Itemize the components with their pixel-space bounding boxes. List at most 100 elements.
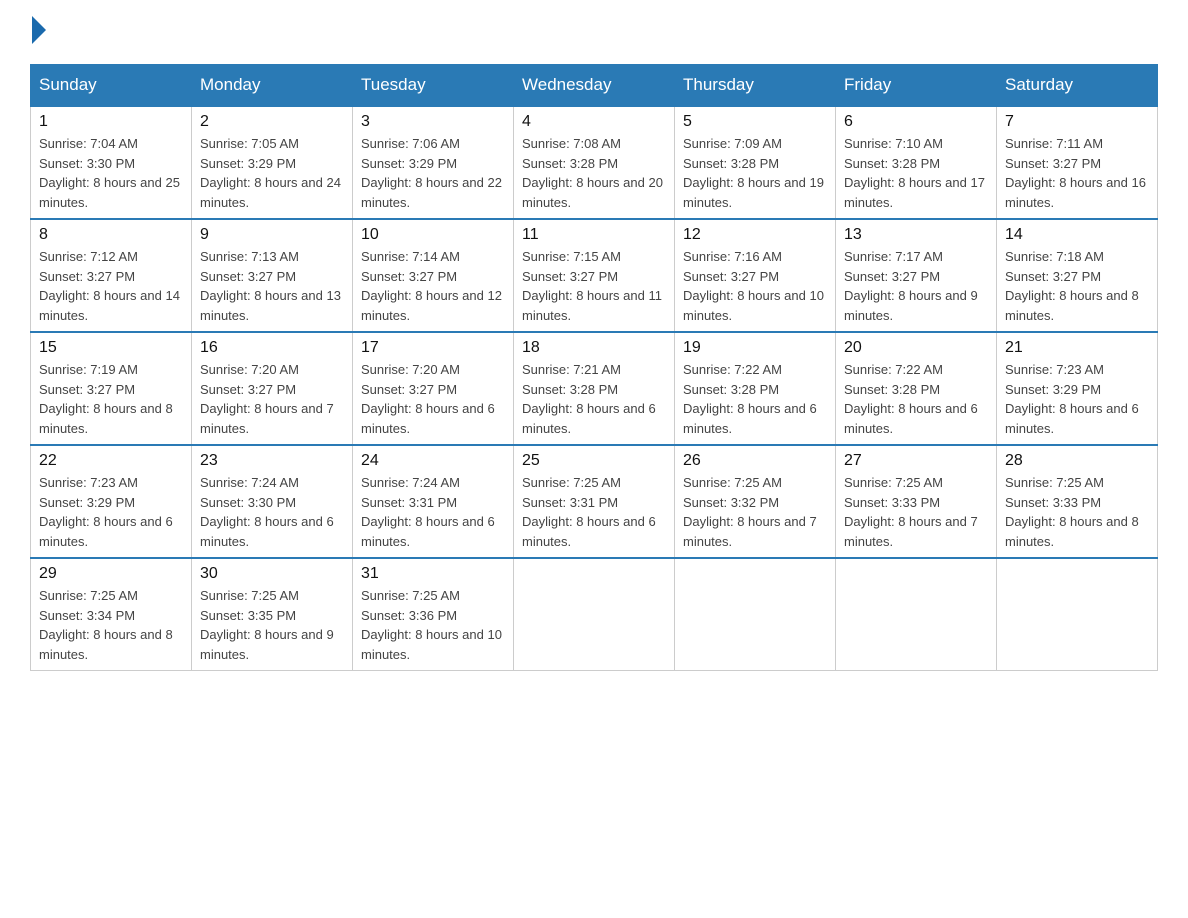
day-number: 29 bbox=[39, 565, 183, 583]
day-number: 17 bbox=[361, 339, 505, 357]
day-number: 8 bbox=[39, 226, 183, 244]
calendar-week-5: 29 Sunrise: 7:25 AMSunset: 3:34 PMDaylig… bbox=[31, 558, 1158, 671]
day-info: Sunrise: 7:21 AMSunset: 3:28 PMDaylight:… bbox=[522, 362, 656, 436]
day-number: 19 bbox=[683, 339, 827, 357]
calendar-cell: 11 Sunrise: 7:15 AMSunset: 3:27 PMDaylig… bbox=[514, 219, 675, 332]
day-number: 5 bbox=[683, 113, 827, 131]
day-info: Sunrise: 7:12 AMSunset: 3:27 PMDaylight:… bbox=[39, 249, 180, 323]
calendar-cell: 25 Sunrise: 7:25 AMSunset: 3:31 PMDaylig… bbox=[514, 445, 675, 558]
day-info: Sunrise: 7:14 AMSunset: 3:27 PMDaylight:… bbox=[361, 249, 502, 323]
day-info: Sunrise: 7:18 AMSunset: 3:27 PMDaylight:… bbox=[1005, 249, 1139, 323]
day-info: Sunrise: 7:24 AMSunset: 3:31 PMDaylight:… bbox=[361, 475, 495, 549]
calendar-table: SundayMondayTuesdayWednesdayThursdayFrid… bbox=[30, 64, 1158, 671]
day-info: Sunrise: 7:06 AMSunset: 3:29 PMDaylight:… bbox=[361, 136, 502, 210]
calendar-cell: 3 Sunrise: 7:06 AMSunset: 3:29 PMDayligh… bbox=[353, 106, 514, 219]
day-info: Sunrise: 7:25 AMSunset: 3:32 PMDaylight:… bbox=[683, 475, 817, 549]
calendar-cell: 1 Sunrise: 7:04 AMSunset: 3:30 PMDayligh… bbox=[31, 106, 192, 219]
day-info: Sunrise: 7:19 AMSunset: 3:27 PMDaylight:… bbox=[39, 362, 173, 436]
calendar-cell: 30 Sunrise: 7:25 AMSunset: 3:35 PMDaylig… bbox=[192, 558, 353, 671]
calendar-cell: 23 Sunrise: 7:24 AMSunset: 3:30 PMDaylig… bbox=[192, 445, 353, 558]
calendar-cell: 14 Sunrise: 7:18 AMSunset: 3:27 PMDaylig… bbox=[997, 219, 1158, 332]
calendar-cell: 4 Sunrise: 7:08 AMSunset: 3:28 PMDayligh… bbox=[514, 106, 675, 219]
day-number: 11 bbox=[522, 226, 666, 244]
logo-arrow-icon bbox=[32, 16, 46, 44]
day-info: Sunrise: 7:24 AMSunset: 3:30 PMDaylight:… bbox=[200, 475, 334, 549]
calendar-header-sunday: Sunday bbox=[31, 65, 192, 107]
calendar-header-wednesday: Wednesday bbox=[514, 65, 675, 107]
calendar-cell: 7 Sunrise: 7:11 AMSunset: 3:27 PMDayligh… bbox=[997, 106, 1158, 219]
day-number: 12 bbox=[683, 226, 827, 244]
day-number: 25 bbox=[522, 452, 666, 470]
day-info: Sunrise: 7:22 AMSunset: 3:28 PMDaylight:… bbox=[683, 362, 817, 436]
day-number: 23 bbox=[200, 452, 344, 470]
calendar-week-4: 22 Sunrise: 7:23 AMSunset: 3:29 PMDaylig… bbox=[31, 445, 1158, 558]
calendar-cell: 27 Sunrise: 7:25 AMSunset: 3:33 PMDaylig… bbox=[836, 445, 997, 558]
calendar-header-row: SundayMondayTuesdayWednesdayThursdayFrid… bbox=[31, 65, 1158, 107]
day-info: Sunrise: 7:13 AMSunset: 3:27 PMDaylight:… bbox=[200, 249, 341, 323]
day-number: 30 bbox=[200, 565, 344, 583]
day-info: Sunrise: 7:04 AMSunset: 3:30 PMDaylight:… bbox=[39, 136, 180, 210]
calendar-cell: 16 Sunrise: 7:20 AMSunset: 3:27 PMDaylig… bbox=[192, 332, 353, 445]
day-number: 28 bbox=[1005, 452, 1149, 470]
calendar-cell: 5 Sunrise: 7:09 AMSunset: 3:28 PMDayligh… bbox=[675, 106, 836, 219]
calendar-cell: 6 Sunrise: 7:10 AMSunset: 3:28 PMDayligh… bbox=[836, 106, 997, 219]
day-info: Sunrise: 7:05 AMSunset: 3:29 PMDaylight:… bbox=[200, 136, 341, 210]
day-info: Sunrise: 7:25 AMSunset: 3:33 PMDaylight:… bbox=[844, 475, 978, 549]
calendar-cell bbox=[514, 558, 675, 671]
page-header bbox=[30, 20, 1158, 44]
day-number: 20 bbox=[844, 339, 988, 357]
calendar-header-tuesday: Tuesday bbox=[353, 65, 514, 107]
calendar-week-2: 8 Sunrise: 7:12 AMSunset: 3:27 PMDayligh… bbox=[31, 219, 1158, 332]
day-number: 24 bbox=[361, 452, 505, 470]
day-number: 9 bbox=[200, 226, 344, 244]
calendar-cell: 24 Sunrise: 7:24 AMSunset: 3:31 PMDaylig… bbox=[353, 445, 514, 558]
calendar-cell: 20 Sunrise: 7:22 AMSunset: 3:28 PMDaylig… bbox=[836, 332, 997, 445]
day-number: 27 bbox=[844, 452, 988, 470]
day-number: 7 bbox=[1005, 113, 1149, 131]
calendar-cell: 28 Sunrise: 7:25 AMSunset: 3:33 PMDaylig… bbox=[997, 445, 1158, 558]
day-info: Sunrise: 7:15 AMSunset: 3:27 PMDaylight:… bbox=[522, 249, 662, 323]
day-number: 2 bbox=[200, 113, 344, 131]
calendar-cell: 13 Sunrise: 7:17 AMSunset: 3:27 PMDaylig… bbox=[836, 219, 997, 332]
day-info: Sunrise: 7:16 AMSunset: 3:27 PMDaylight:… bbox=[683, 249, 824, 323]
day-info: Sunrise: 7:20 AMSunset: 3:27 PMDaylight:… bbox=[200, 362, 334, 436]
calendar-cell bbox=[675, 558, 836, 671]
calendar-cell: 26 Sunrise: 7:25 AMSunset: 3:32 PMDaylig… bbox=[675, 445, 836, 558]
calendar-cell: 15 Sunrise: 7:19 AMSunset: 3:27 PMDaylig… bbox=[31, 332, 192, 445]
calendar-week-3: 15 Sunrise: 7:19 AMSunset: 3:27 PMDaylig… bbox=[31, 332, 1158, 445]
day-number: 21 bbox=[1005, 339, 1149, 357]
day-number: 13 bbox=[844, 226, 988, 244]
day-number: 4 bbox=[522, 113, 666, 131]
day-number: 14 bbox=[1005, 226, 1149, 244]
logo bbox=[30, 20, 46, 44]
day-info: Sunrise: 7:23 AMSunset: 3:29 PMDaylight:… bbox=[1005, 362, 1139, 436]
day-info: Sunrise: 7:20 AMSunset: 3:27 PMDaylight:… bbox=[361, 362, 495, 436]
day-number: 3 bbox=[361, 113, 505, 131]
calendar-cell: 22 Sunrise: 7:23 AMSunset: 3:29 PMDaylig… bbox=[31, 445, 192, 558]
day-number: 31 bbox=[361, 565, 505, 583]
calendar-cell: 12 Sunrise: 7:16 AMSunset: 3:27 PMDaylig… bbox=[675, 219, 836, 332]
day-info: Sunrise: 7:23 AMSunset: 3:29 PMDaylight:… bbox=[39, 475, 173, 549]
calendar-cell: 29 Sunrise: 7:25 AMSunset: 3:34 PMDaylig… bbox=[31, 558, 192, 671]
day-info: Sunrise: 7:10 AMSunset: 3:28 PMDaylight:… bbox=[844, 136, 985, 210]
calendar-cell: 2 Sunrise: 7:05 AMSunset: 3:29 PMDayligh… bbox=[192, 106, 353, 219]
day-number: 6 bbox=[844, 113, 988, 131]
day-number: 16 bbox=[200, 339, 344, 357]
day-info: Sunrise: 7:25 AMSunset: 3:31 PMDaylight:… bbox=[522, 475, 656, 549]
day-number: 22 bbox=[39, 452, 183, 470]
calendar-cell: 17 Sunrise: 7:20 AMSunset: 3:27 PMDaylig… bbox=[353, 332, 514, 445]
calendar-cell: 21 Sunrise: 7:23 AMSunset: 3:29 PMDaylig… bbox=[997, 332, 1158, 445]
calendar-header-saturday: Saturday bbox=[997, 65, 1158, 107]
calendar-cell: 19 Sunrise: 7:22 AMSunset: 3:28 PMDaylig… bbox=[675, 332, 836, 445]
day-number: 18 bbox=[522, 339, 666, 357]
calendar-cell: 31 Sunrise: 7:25 AMSunset: 3:36 PMDaylig… bbox=[353, 558, 514, 671]
day-info: Sunrise: 7:22 AMSunset: 3:28 PMDaylight:… bbox=[844, 362, 978, 436]
calendar-cell: 8 Sunrise: 7:12 AMSunset: 3:27 PMDayligh… bbox=[31, 219, 192, 332]
calendar-header-thursday: Thursday bbox=[675, 65, 836, 107]
calendar-cell: 10 Sunrise: 7:14 AMSunset: 3:27 PMDaylig… bbox=[353, 219, 514, 332]
calendar-week-1: 1 Sunrise: 7:04 AMSunset: 3:30 PMDayligh… bbox=[31, 106, 1158, 219]
calendar-cell bbox=[997, 558, 1158, 671]
day-number: 26 bbox=[683, 452, 827, 470]
day-info: Sunrise: 7:25 AMSunset: 3:35 PMDaylight:… bbox=[200, 588, 334, 662]
calendar-cell bbox=[836, 558, 997, 671]
